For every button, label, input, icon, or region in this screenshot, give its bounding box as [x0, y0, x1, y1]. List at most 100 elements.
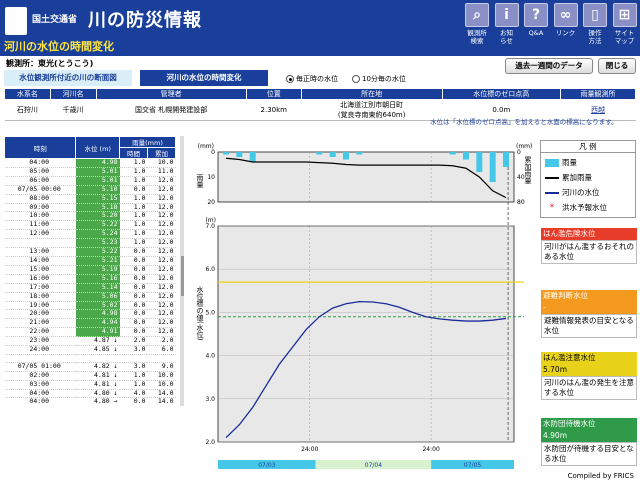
magnifier-icon: ⌕	[465, 3, 489, 27]
rain-panel	[217, 151, 515, 203]
radio-label: 10分毎の水位	[362, 75, 406, 83]
cumulative-tick-label: 0	[517, 149, 521, 156]
info-header: 位置	[245, 88, 302, 100]
info-cell: 国交省 札幌開発建設部	[96, 99, 247, 121]
scrollbar-thumb[interactable]	[181, 256, 184, 296]
table-cell: 10.0	[147, 380, 176, 390]
tab-time-change[interactable]: 河川の水位の時間変化	[140, 70, 268, 86]
radio-dot-icon	[352, 75, 360, 83]
level-card: はん濫注意水位 5.70m 河川のはん濫の発生を注意する水位	[541, 352, 637, 400]
nav-button-magnifier[interactable]: ⌕ 観測所 検索	[462, 3, 492, 53]
table-cell: 1.0	[119, 176, 148, 186]
radio-hourly[interactable]: 毎正時の水位	[286, 74, 338, 84]
water-level-line-icon	[545, 191, 559, 194]
rain-bar	[316, 152, 323, 155]
table-cell: 4.81 ↓	[75, 380, 120, 390]
table-cell: 12:00	[4, 229, 76, 240]
nav-button-mouse[interactable]: ▯ 操作 方法	[580, 3, 610, 53]
rain-swatch-icon	[545, 158, 559, 167]
cumulative-axis-unit: (mm)	[516, 143, 532, 150]
rain-bar	[343, 152, 349, 160]
rain-bar	[249, 152, 256, 162]
legend-label: 河川の水位	[562, 188, 600, 197]
table-cell: 04:00	[4, 398, 76, 406]
table-row: 07/05 01:00 4.82 ↓ 3.0 9.0	[4, 362, 176, 372]
table-cell: 17:00	[4, 283, 76, 293]
table-cell: 0.0	[119, 283, 148, 293]
table-row: 03:00 4.81 ↓ 1.0 10.0	[4, 380, 176, 390]
nav-button-sitemap[interactable]: ⊞ サイト マップ	[610, 3, 640, 53]
level-description: 水防団が待機する目安となる水位	[541, 442, 637, 466]
level-card: はん濫危険水位 河川がはん濫するおそれのある水位	[541, 228, 637, 264]
table-cell: 9.0	[147, 362, 176, 372]
date-label: 07/05	[464, 462, 481, 469]
close-button[interactable]: 閉じる	[598, 58, 636, 74]
nav-button-label: お知 らせ	[500, 29, 513, 45]
water-level-axis-label: 水位標の値(水位)	[196, 285, 204, 341]
observation-table: 時刻 水位 (m) 雨量(mm) 時間 累加 04:00 4.98 1.0 10.0 05:0…	[4, 136, 177, 406]
past-week-button[interactable]: 過去一週間のデータ	[505, 58, 593, 74]
radio-dot-icon	[286, 75, 294, 83]
tab-cross-section[interactable]: 水位観測所付近の川の断面図	[4, 70, 132, 86]
table-cell: 5.01	[75, 176, 120, 186]
table-cell: 08:00	[4, 194, 76, 204]
water-level-tick-label: 2.0	[205, 439, 215, 446]
legend-item-water-level: 河川の水位	[545, 187, 631, 198]
info-header: 水位標のゼロ点高	[441, 88, 562, 100]
water-level-panel	[217, 225, 515, 443]
rain-axis-unit: (mm)	[198, 143, 214, 150]
table-row: 07/05 00:00 5.10 0.0 12.0	[4, 185, 176, 195]
table-cell: 18:00	[4, 292, 76, 302]
rain-tick-label: 10	[207, 174, 215, 181]
level-card: 避難判断水位 - 避難情報発表の目安となる水位	[541, 290, 637, 338]
table-cell: 5.06	[75, 292, 120, 302]
header-bar: 国土交通省 川の防災情報 河川の水位の時間変化 ⌕ 観測所 検索 i お知 らせ? Q&…	[0, 0, 640, 56]
legend-title: 凡 例	[541, 141, 635, 153]
observation-table-panel: 時刻 水位 (m) 雨量(mm) 時間 累加 04:00 4.98 1.0 10.0 05:0…	[4, 136, 184, 406]
table-cell: 12.0	[147, 265, 176, 275]
level-description: 河川がはん濫するおそれのある水位	[541, 240, 637, 264]
col-rain: 雨量(mm)	[119, 136, 176, 148]
legend-label: 累加雨量	[562, 173, 592, 182]
info-header: 水系名	[4, 88, 51, 100]
table-cell: 4.80 →	[75, 398, 120, 406]
table-cell: 0.0	[119, 185, 148, 195]
legend-item-rain: 雨量	[545, 157, 631, 168]
table-scrollbar[interactable]	[180, 136, 184, 406]
question-icon: ?	[524, 3, 548, 27]
nav-button-info[interactable]: i お知 らせ	[492, 3, 522, 53]
nav-button-label: Q&A	[528, 29, 544, 37]
link-icon: ∞	[553, 3, 578, 27]
table-cell: 0.0	[119, 265, 148, 275]
col-time: 時刻	[4, 136, 77, 159]
table-cell: 1.0	[119, 371, 148, 381]
legend-item-forecast: * 洪水予報水位	[545, 202, 631, 213]
level-name: 水防団待機水位	[541, 418, 637, 430]
nav-button-question[interactable]: ? Q&A	[521, 3, 551, 53]
cumulative-axis-label: 累加雨量	[524, 156, 532, 184]
legend-label: 雨量	[562, 158, 577, 167]
date-label: 07/04	[365, 462, 382, 469]
info-cell: 石狩川	[4, 99, 51, 121]
nav-button-link[interactable]: ∞ リンク	[551, 3, 581, 53]
table-cell: 3.0	[119, 345, 148, 355]
table-cell: 14.0	[147, 398, 176, 406]
table-row: 04:00 4.80 → 0.0 14.0	[4, 398, 176, 406]
legend-label: 洪水予報水位	[562, 203, 607, 212]
table-cell: 12.0	[147, 194, 176, 204]
info-icon: i	[494, 3, 519, 27]
table-cell: 15:00	[4, 265, 76, 275]
table-cell: 12.0	[147, 185, 176, 195]
rain-bar	[223, 152, 229, 155]
mlit-logo-icon	[5, 7, 27, 35]
water-level-tick-label: 6.0	[205, 266, 215, 273]
level-description: 避難情報発表の目安となる水位	[541, 314, 637, 338]
table-row: 17:00 5.14 0.0 12.0	[4, 283, 176, 293]
radio-10min[interactable]: 10分毎の水位	[352, 74, 406, 84]
table-row: 02:00 4.81 ↓ 1.0 10.0	[4, 371, 176, 381]
rain-axis-label: 雨量	[196, 174, 204, 188]
water-level-tick-label: 5.0	[205, 309, 215, 316]
table-cell: 07/05 01:00	[4, 362, 76, 372]
legend-item-cumulative: 累加雨量	[545, 172, 631, 183]
x-tick-label: 24:00	[422, 446, 439, 453]
